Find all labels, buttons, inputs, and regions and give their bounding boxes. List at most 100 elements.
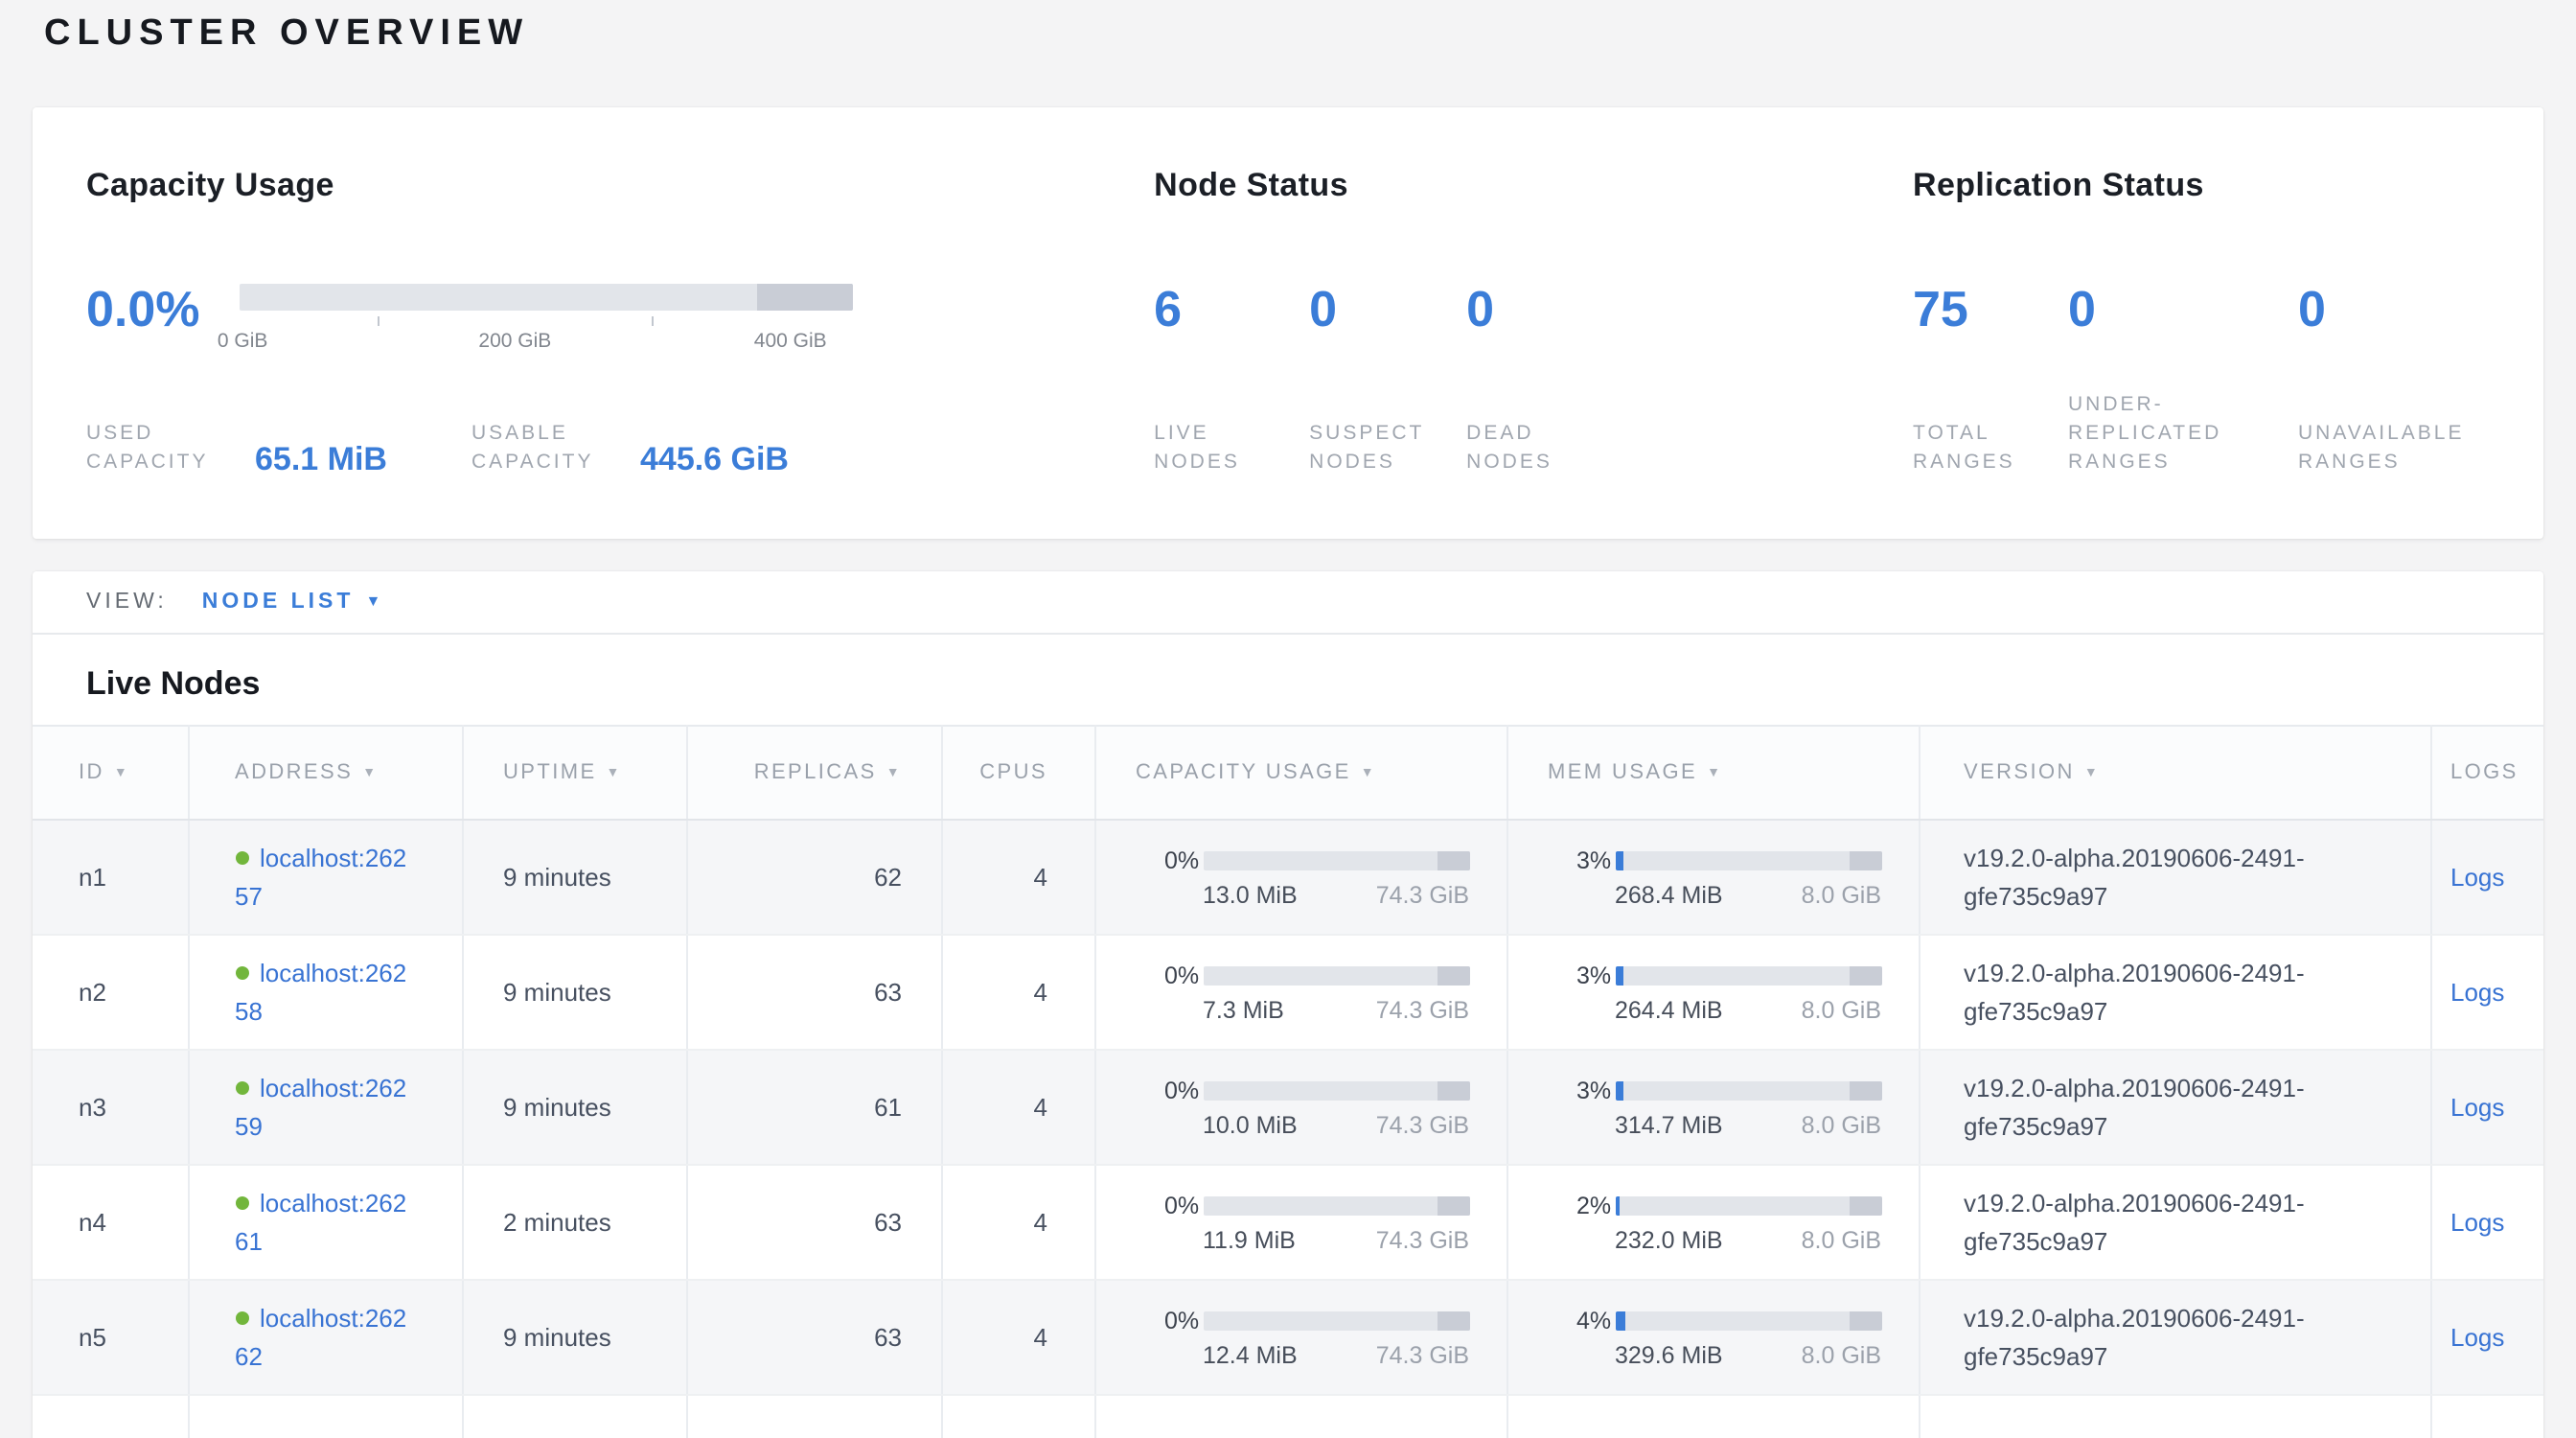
mem-percent: 4%	[1576, 1307, 1615, 1334]
table-row-n2: n2 localhost:26258 9 minutes 63 4 0% 7.3…	[33, 935, 2543, 1050]
node-address-link[interactable]: localhost:26257	[235, 839, 419, 916]
node-uptime: 9 minutes	[462, 1050, 686, 1165]
column-header-mem-usage[interactable]: MEM USAGE▼	[1506, 726, 1919, 820]
node-id: n4	[33, 1165, 188, 1280]
logs-link[interactable]: Logs	[2450, 863, 2504, 892]
node-logs-cell: Logs	[2430, 1165, 2543, 1280]
replication-status-section: Replication Status 75 TOTAL RANGES 0 UND…	[1913, 165, 2490, 477]
dead-nodes-label: DEAD NODES	[1466, 420, 1604, 477]
table-row-n4: n4 localhost:26261 2 minutes 63 4 0% 11.…	[33, 1165, 2543, 1280]
table-row-n1: n1 localhost:26257 9 minutes 62 4 0% 13.…	[33, 820, 2543, 935]
node-address-link[interactable]: localhost:26261	[235, 1184, 419, 1261]
live-nodes-title: Live Nodes	[86, 663, 2543, 704]
column-header-address[interactable]: ADDRESS▼	[188, 726, 462, 820]
column-header-version[interactable]: VERSION▼	[1919, 726, 2430, 820]
node-mem-cell: 3% 264.4 MiB 8.0 GiB	[1506, 935, 1919, 1050]
axis-label-200: 200 GiB	[478, 330, 551, 353]
bar-reserved-segment	[1438, 1310, 1469, 1330]
bar-reserved-segment	[1850, 1310, 1881, 1330]
mem-percent: 3%	[1576, 1077, 1615, 1103]
bar-reserved-segment	[1850, 965, 1881, 985]
node-mem-cell: 4% 329.6 MiB 8.0 GiB	[1506, 1280, 1919, 1395]
suspect-nodes-stat: 0 SUSPECT NODES	[1309, 276, 1466, 477]
mem-used: 268.4 MiB	[1615, 881, 1723, 908]
node-replicas: 61	[686, 1050, 941, 1165]
node-status-title: Node Status	[1154, 165, 1913, 207]
node-replicas: 63	[686, 1280, 941, 1395]
replication-status-title: Replication Status	[1913, 165, 2490, 207]
node-status-section: Node Status 6 LIVE NODES 0 SUSPECT NODES…	[1154, 165, 1913, 477]
table-row-n5: n5 localhost:26262 9 minutes 63 4 0% 12.…	[33, 1280, 2543, 1395]
node-address-cell: localhost:26258	[188, 935, 462, 1050]
suspect-nodes-count: 0	[1309, 276, 1466, 341]
mem-percent: 2%	[1576, 1192, 1615, 1218]
node-replicas: 63	[686, 935, 941, 1050]
logs-link[interactable]: Logs	[2450, 1323, 2504, 1352]
node-version: v19.2.0-alpha.20190606-2491-gfe735c9a97	[1964, 954, 2393, 1031]
capacity-used: 7.3 MiB	[1203, 996, 1284, 1023]
table-row-partial	[33, 1395, 2543, 1438]
column-header-id[interactable]: ID▼	[33, 726, 188, 820]
column-header-replicas[interactable]: REPLICAS▼	[686, 726, 941, 820]
bar-reserved-segment	[1438, 850, 1469, 870]
node-address-link[interactable]: localhost:26258	[235, 954, 419, 1031]
node-uptime: 9 minutes	[462, 935, 686, 1050]
sort-desc-icon: ▼	[607, 766, 622, 779]
live-nodes-count: 6	[1154, 276, 1309, 341]
node-address-link[interactable]: localhost:26262	[235, 1299, 419, 1376]
capacity-usage-section: Capacity Usage 0.0% 0 GiB 200 GiB 400 Gi…	[86, 165, 1154, 477]
logs-link[interactable]: Logs	[2450, 1093, 2504, 1122]
live-status-dot	[235, 965, 248, 979]
total-ranges-count: 75	[1913, 276, 2068, 341]
node-capacity-cell: 0% 10.0 MiB 74.3 GiB	[1094, 1050, 1506, 1165]
node-cpus: 4	[941, 935, 1094, 1050]
node-version-cell: v19.2.0-alpha.20190606-2491-gfe735c9a97	[1919, 935, 2430, 1050]
mem-used: 264.4 MiB	[1615, 996, 1723, 1023]
node-capacity-cell: 0% 11.9 MiB 74.3 GiB	[1094, 1165, 1506, 1280]
capacity-percent: 0%	[1164, 847, 1203, 873]
node-logs-cell: Logs	[2430, 820, 2543, 935]
mem-used: 314.7 MiB	[1615, 1111, 1723, 1138]
bar-reserved-segment	[1438, 1080, 1469, 1100]
node-logs-cell: Logs	[2430, 1280, 2543, 1395]
capacity-used: 12.4 MiB	[1203, 1341, 1298, 1368]
node-list-card: VIEW: NODE LIST▼ Live Nodes ID▼ ADDRESS▼…	[33, 571, 2543, 1438]
mem-total: 8.0 GiB	[1802, 1226, 1881, 1253]
capacity-percent: 0%	[1164, 962, 1203, 988]
mem-used: 329.6 MiB	[1615, 1341, 1723, 1368]
capacity-total: 74.3 GiB	[1376, 1341, 1469, 1368]
mem-usage-bar	[1615, 965, 1881, 985]
capacity-used: 11.9 MiB	[1203, 1226, 1296, 1253]
live-nodes-stat: 6 LIVE NODES	[1154, 276, 1309, 477]
axis-label-400: 400 GiB	[754, 330, 827, 353]
dead-nodes-stat: 0 DEAD NODES	[1466, 276, 1913, 477]
column-header-cpus: CPUS	[941, 726, 1094, 820]
sort-desc-icon: ▼	[1361, 766, 1376, 779]
capacity-total: 74.3 GiB	[1376, 996, 1469, 1023]
total-ranges-stat: 75 TOTAL RANGES	[1913, 276, 2068, 477]
used-capacity-stat: USED CAPACITY 65.1 MiB	[86, 420, 472, 477]
node-address-link[interactable]: localhost:26259	[235, 1069, 419, 1146]
used-capacity-label: USED CAPACITY	[86, 420, 236, 477]
bar-reserved-segment	[1438, 965, 1469, 985]
live-status-dot	[235, 850, 248, 864]
node-address-cell: localhost:26257	[188, 820, 462, 935]
column-header-uptime[interactable]: UPTIME▼	[462, 726, 686, 820]
view-selector-dropdown[interactable]: NODE LIST▼	[202, 591, 385, 614]
table-header-row: ID▼ ADDRESS▼ UPTIME▼ REPLICAS▼ CPUS CAPA…	[33, 726, 2543, 820]
mem-usage-bar	[1615, 1310, 1881, 1330]
logs-link[interactable]: Logs	[2450, 1208, 2504, 1237]
node-uptime: 9 minutes	[462, 1280, 686, 1395]
node-cpus: 4	[941, 1280, 1094, 1395]
capacity-usage-bar	[1203, 965, 1469, 985]
node-capacity-cell: 0% 7.3 MiB 74.3 GiB	[1094, 935, 1506, 1050]
unavailable-ranges-stat: 0 UNAVAILABLE RANGES	[2298, 276, 2490, 477]
logs-link[interactable]: Logs	[2450, 978, 2504, 1007]
column-header-capacity-usage[interactable]: CAPACITY USAGE▼	[1094, 726, 1506, 820]
usable-capacity-value: 445.6 GiB	[640, 443, 789, 477]
capacity-usage-bar	[1203, 1080, 1469, 1100]
mem-usage-bar	[1615, 850, 1881, 870]
capacity-bar-reserved-segment	[758, 284, 853, 311]
node-version-cell: v19.2.0-alpha.20190606-2491-gfe735c9a97	[1919, 1280, 2430, 1395]
column-header-logs: LOGS	[2430, 726, 2543, 820]
